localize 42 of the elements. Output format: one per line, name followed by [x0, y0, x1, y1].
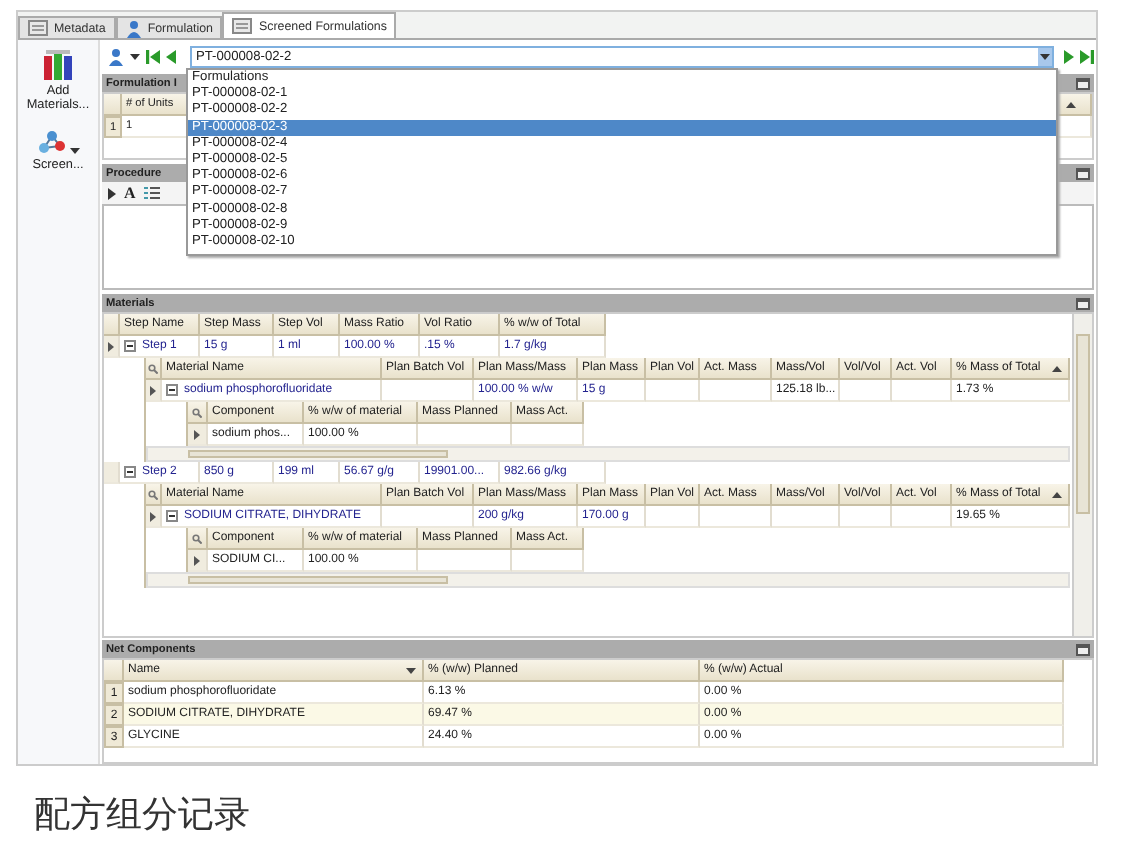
minimize-icon[interactable]: [1076, 643, 1090, 655]
previous-icon[interactable]: [166, 49, 176, 63]
first-icon[interactable]: [146, 49, 160, 63]
search-icon[interactable]: [192, 533, 202, 543]
sort-ascending-icon[interactable]: [1052, 365, 1062, 371]
collapse-icon[interactable]: [124, 466, 136, 478]
person-icon[interactable]: [125, 19, 142, 37]
caption: 配方组分记录: [34, 792, 252, 838]
font-button[interactable]: A: [124, 184, 136, 202]
minimize-icon[interactable]: [1076, 77, 1090, 89]
collapse-icon[interactable]: [166, 384, 178, 396]
search-icon[interactable]: [192, 407, 202, 417]
collapse-icon[interactable]: [124, 340, 136, 352]
search-icon[interactable]: [148, 363, 158, 373]
header-corner: [104, 94, 122, 116]
minimize-icon[interactable]: [1076, 167, 1090, 179]
minimize-icon[interactable]: [1076, 297, 1090, 309]
horizontal-scrollbar[interactable]: [146, 446, 1070, 462]
horizontal-scrollbar[interactable]: [146, 572, 1070, 588]
scroll-thumb[interactable]: [1076, 334, 1090, 514]
triangle-icon[interactable]: [108, 187, 116, 199]
sort-descending-icon[interactable]: [406, 667, 416, 673]
document-icon: [28, 20, 48, 36]
vertical-scrollbar[interactable]: [1072, 314, 1092, 636]
last-icon[interactable]: [1080, 49, 1094, 63]
colored-bars-icon: [44, 50, 72, 80]
header-corner: [104, 660, 124, 682]
person-icon[interactable]: [108, 47, 124, 65]
network-icon: [37, 129, 65, 154]
header-corner: [104, 314, 120, 336]
list-icon[interactable]: [143, 186, 160, 200]
sort-ascending-icon[interactable]: [1066, 101, 1076, 107]
search-icon[interactable]: [148, 489, 158, 499]
caret-icon: [69, 145, 79, 154]
scroll-thumb[interactable]: [188, 576, 448, 584]
caret-icon: [1040, 52, 1050, 60]
collapse-icon[interactable]: [166, 510, 178, 522]
scroll-thumb[interactable]: [188, 450, 448, 458]
document-icon: [232, 18, 253, 34]
sort-ascending-icon[interactable]: [1052, 491, 1062, 497]
caret-icon: [130, 52, 140, 60]
next-icon[interactable]: [1064, 49, 1074, 63]
